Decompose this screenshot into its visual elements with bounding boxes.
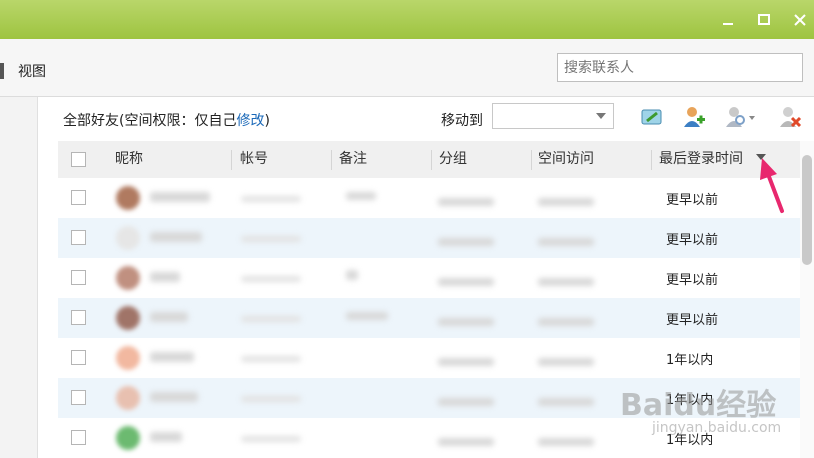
group-title: 全部好友(空间权限：仅自己修改): [63, 110, 270, 130]
last-login-time: 更早以前: [666, 193, 719, 208]
row-checkbox[interactable]: [71, 190, 86, 205]
column-header-last-login[interactable]: 最后登录时间: [659, 141, 743, 178]
account-placeholder: [241, 316, 301, 322]
sort-descending-icon[interactable]: [756, 154, 766, 160]
account-placeholder: [241, 196, 301, 202]
row-checkbox[interactable]: [71, 270, 86, 285]
nickname-placeholder: [150, 312, 188, 322]
account-placeholder: [241, 276, 301, 282]
group-placeholder: [438, 358, 494, 366]
account-placeholder: [241, 396, 301, 402]
watermark-url: jingyan.baidu.com: [652, 420, 782, 436]
account-placeholder: [241, 236, 301, 242]
nickname-placeholder: [150, 432, 182, 442]
edit-group-icon[interactable]: [640, 105, 664, 129]
nickname-placeholder: [150, 352, 194, 362]
row-checkbox[interactable]: [71, 310, 86, 325]
column-divider: [231, 150, 232, 170]
toolbar-separator: [0, 63, 4, 79]
move-to-label: 移动到: [441, 113, 483, 129]
row-checkbox[interactable]: [71, 430, 86, 445]
space-visit-placeholder: [538, 198, 594, 206]
avatar: [116, 386, 140, 410]
remark-placeholder: [346, 270, 358, 280]
table-row[interactable]: 更早以前: [58, 298, 800, 338]
table-row[interactable]: 1年以内: [58, 338, 800, 378]
nickname-placeholder: [150, 192, 210, 202]
group-title-suffix: ): [264, 113, 270, 129]
account-placeholder: [241, 436, 301, 442]
group-placeholder: [438, 318, 494, 326]
column-header-remark[interactable]: 备注: [339, 141, 367, 178]
column-header-space-visit[interactable]: 空间访问: [538, 141, 594, 178]
group-placeholder: [438, 198, 494, 206]
group-placeholder: [438, 238, 494, 246]
close-icon[interactable]: [790, 10, 810, 30]
nickname-placeholder: [150, 392, 198, 402]
space-visit-placeholder: [538, 438, 594, 446]
delete-contact-icon[interactable]: [778, 105, 802, 129]
group-placeholder: [438, 438, 494, 446]
last-login-time: 更早以前: [666, 313, 719, 328]
last-login-time: 更早以前: [666, 273, 719, 288]
table-row[interactable]: 更早以前: [58, 258, 800, 298]
avatar: [116, 226, 140, 250]
column-divider: [331, 150, 332, 170]
nickname-placeholder: [150, 232, 202, 242]
account-placeholder: [241, 356, 301, 362]
group-placeholder: [438, 398, 494, 406]
column-divider: [431, 150, 432, 170]
contact-menu-icon[interactable]: [724, 105, 758, 129]
maximize-icon[interactable]: [754, 10, 774, 30]
table-row[interactable]: 更早以前: [58, 218, 800, 258]
table-row[interactable]: 更早以前: [58, 178, 800, 218]
column-header-nickname[interactable]: 昵称: [115, 141, 143, 178]
column-header-account[interactable]: 帐号: [240, 141, 268, 178]
space-visit-placeholder: [538, 278, 594, 286]
avatar: [116, 306, 140, 330]
remark-placeholder: [346, 192, 376, 200]
watermark-logo: Baidu经验: [620, 388, 777, 423]
space-visit-placeholder: [538, 358, 594, 366]
toolbar: 视图: [0, 39, 814, 97]
avatar: [116, 186, 140, 210]
group-title-text: 全部好友(空间权限：仅自己: [63, 113, 237, 129]
select-all-checkbox[interactable]: [71, 152, 86, 167]
modify-link[interactable]: 修改: [236, 113, 264, 129]
scrollbar-thumb[interactable]: [802, 155, 812, 265]
column-divider: [531, 150, 532, 170]
nickname-placeholder: [150, 272, 180, 282]
avatar: [116, 426, 140, 450]
space-visit-placeholder: [538, 398, 594, 406]
table-header: 昵称 帐号 备注 分组 空间访问 最后登录时间: [58, 141, 800, 178]
last-login-time: 更早以前: [666, 233, 719, 248]
group-placeholder: [438, 278, 494, 286]
avatar: [116, 346, 140, 370]
column-divider: [651, 150, 652, 170]
row-checkbox[interactable]: [71, 230, 86, 245]
move-to-select[interactable]: [492, 103, 614, 129]
space-visit-placeholder: [538, 318, 594, 326]
search-input[interactable]: [557, 53, 803, 82]
remark-placeholder: [346, 312, 388, 320]
view-menu[interactable]: 视图: [18, 61, 46, 81]
left-pane: [0, 97, 38, 458]
title-bar: [0, 0, 814, 39]
last-login-time: 1年以内: [666, 353, 714, 368]
chevron-down-icon: [596, 113, 606, 119]
column-header-group[interactable]: 分组: [439, 141, 467, 178]
add-contact-icon[interactable]: [682, 105, 706, 129]
row-checkbox[interactable]: [71, 390, 86, 405]
space-visit-placeholder: [538, 238, 594, 246]
minimize-icon[interactable]: [718, 10, 738, 30]
avatar: [116, 266, 140, 290]
row-checkbox[interactable]: [71, 350, 86, 365]
